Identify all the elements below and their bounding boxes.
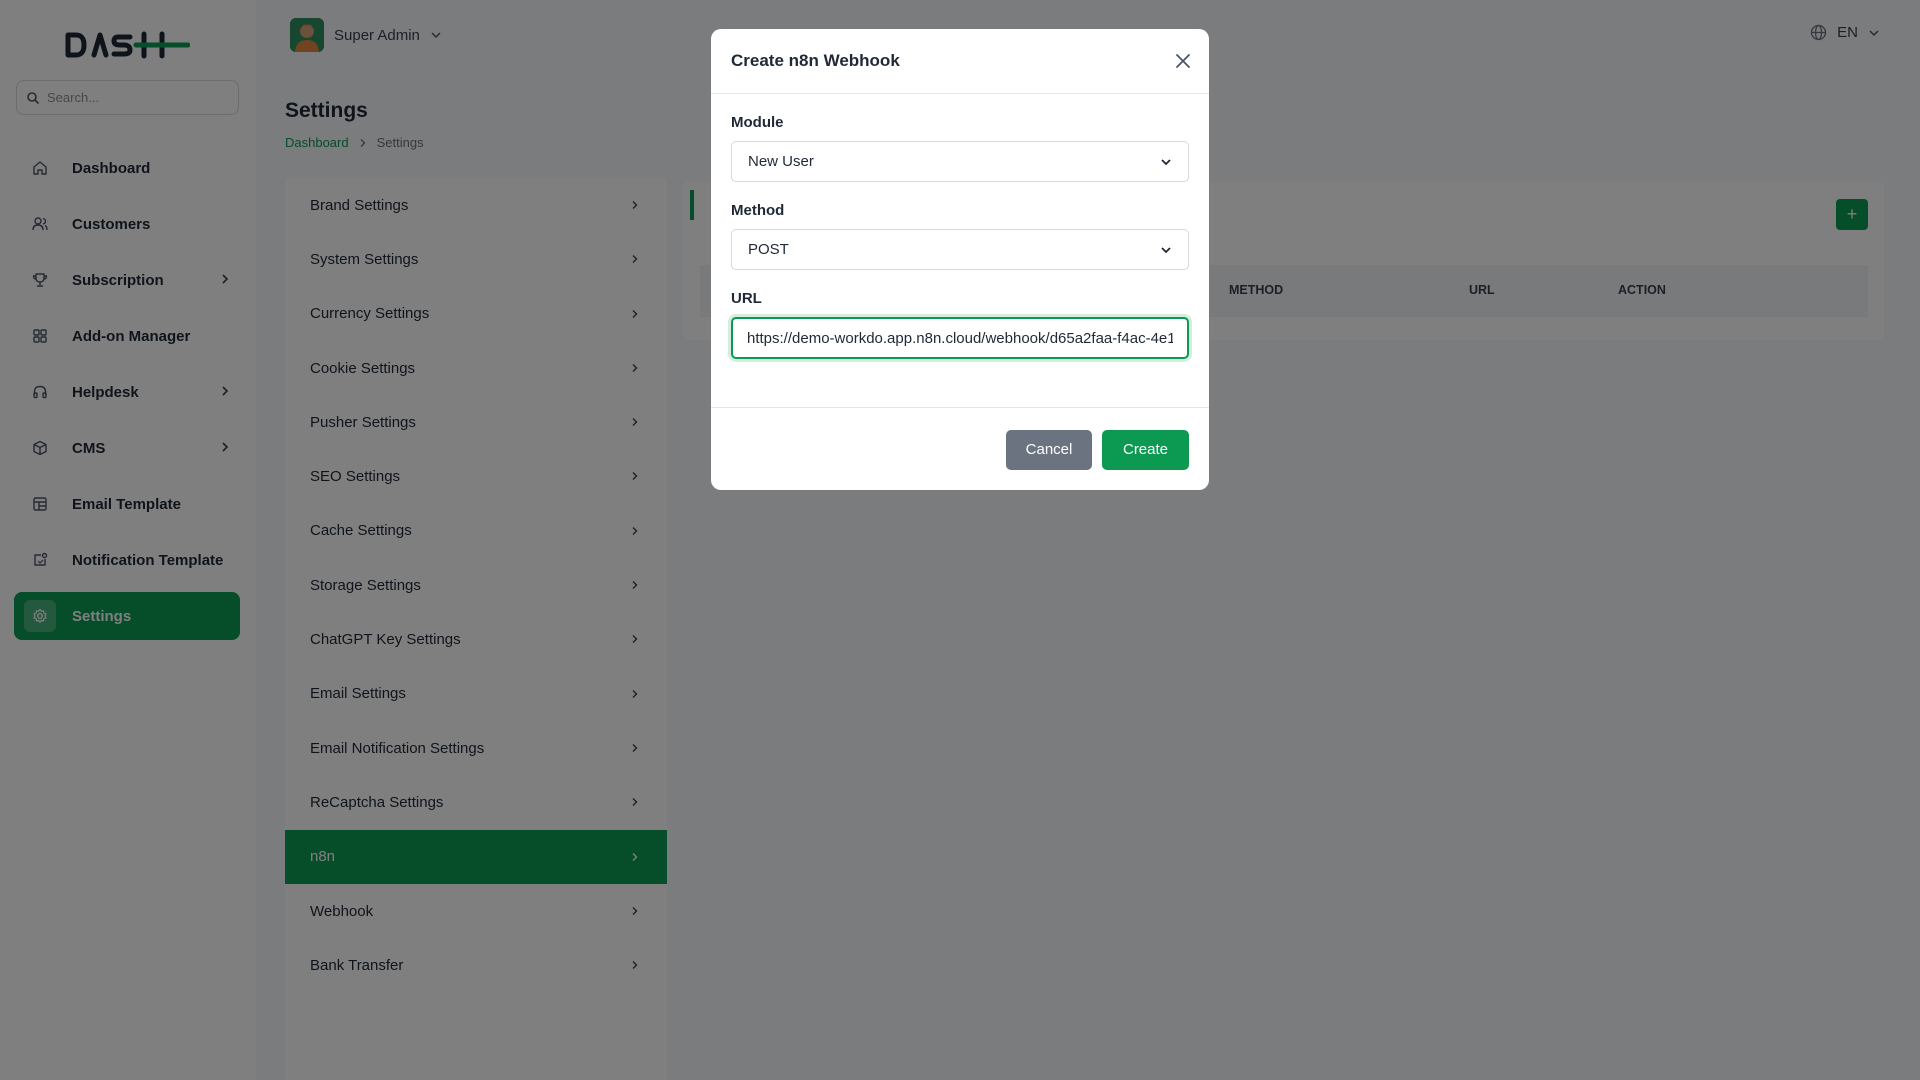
create-webhook-modal: Create n8n Webhook Module New User Metho… — [711, 29, 1209, 490]
module-label: Module — [731, 114, 784, 131]
cancel-button[interactable]: Cancel — [1006, 429, 1092, 470]
chevron-down-icon — [1161, 159, 1171, 166]
module-select[interactable]: New User — [731, 141, 1189, 182]
modal-header: Create n8n Webhook — [711, 29, 1209, 94]
modal-title: Create n8n Webhook — [731, 51, 900, 70]
url-input[interactable] — [731, 317, 1189, 359]
chevron-down-icon — [1161, 247, 1171, 254]
method-selected-value: POST — [748, 241, 789, 258]
url-label: URL — [731, 290, 762, 307]
create-button[interactable]: Create — [1102, 429, 1189, 470]
method-label: Method — [731, 202, 785, 219]
close-button[interactable] — [1173, 51, 1193, 71]
close-icon — [1176, 54, 1190, 68]
modal-body: Module New User Method POST URL — [711, 94, 1209, 408]
module-selected-value: New User — [748, 153, 814, 170]
modal-footer: Cancel Create — [711, 409, 1209, 490]
method-select[interactable]: POST — [731, 229, 1189, 270]
